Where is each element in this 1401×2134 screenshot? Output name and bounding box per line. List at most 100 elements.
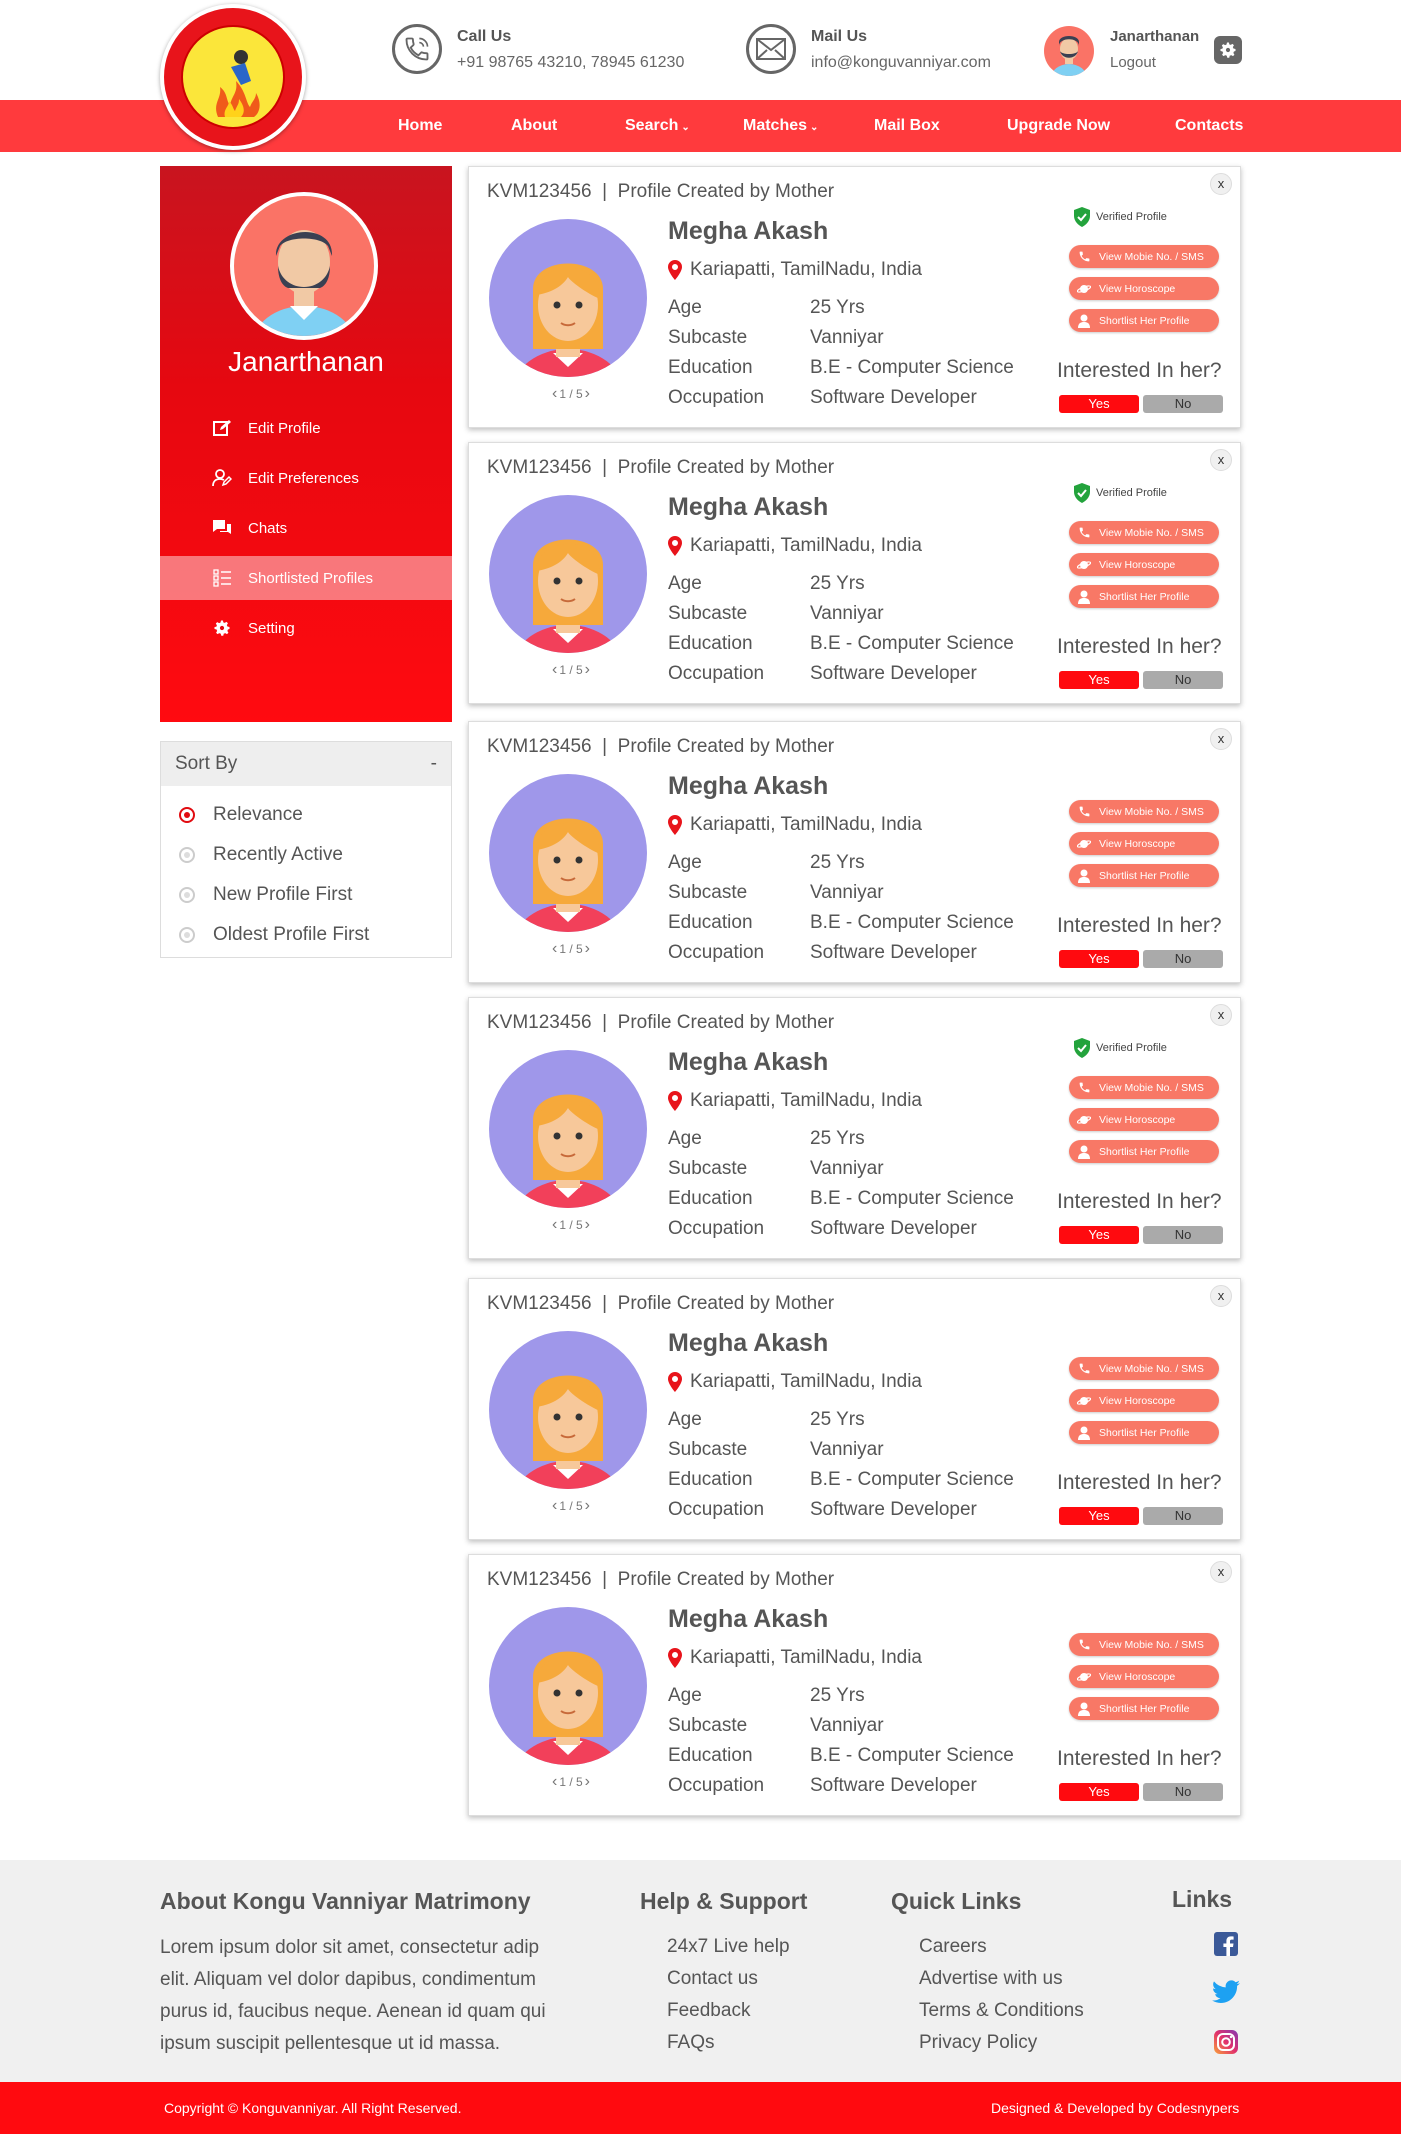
nav-mailbox[interactable]: Mail Box (874, 100, 940, 152)
chevron-right-icon[interactable]: › (585, 1773, 590, 1790)
interest-no-button[interactable]: No (1143, 1783, 1223, 1801)
interest-yes-button[interactable]: Yes (1059, 1226, 1139, 1244)
interest-no-button[interactable]: No (1143, 671, 1223, 689)
footer-link-advertise[interactable]: Advertise with us (919, 1968, 1063, 1990)
chevron-right-icon[interactable]: › (585, 385, 590, 402)
nav-search[interactable]: Search ⌄ (625, 100, 690, 152)
photo-pager-count: 1 / 5 (559, 1218, 583, 1232)
chevron-right-icon[interactable]: › (585, 1497, 590, 1514)
view-mobile-button[interactable]: View Mobie No. / SMS (1069, 1076, 1219, 1099)
profile-name[interactable]: Megha Akash (668, 493, 828, 522)
view-mobile-button[interactable]: View Mobie No. / SMS (1069, 800, 1219, 823)
profile-photo[interactable] (489, 1331, 647, 1489)
interest-yes-button[interactable]: Yes (1059, 950, 1139, 968)
view-horoscope-button[interactable]: View Horoscope (1069, 1108, 1219, 1131)
chevron-left-icon[interactable]: ‹ (552, 1497, 557, 1514)
close-button[interactable]: x (1210, 1285, 1232, 1307)
phone-icon (1077, 1081, 1091, 1095)
profile-name[interactable]: Megha Akash (668, 772, 828, 801)
sidebar-item-edit-preferences[interactable]: Edit Preferences (160, 456, 452, 500)
interest-no-button[interactable]: No (1143, 950, 1223, 968)
profile-name[interactable]: Megha Akash (668, 1605, 828, 1634)
profile-photo[interactable] (489, 774, 647, 932)
developer-credit[interactable]: Designed & Developed by Codesnypers (991, 2100, 1239, 2116)
view-mobile-button[interactable]: View Mobie No. / SMS (1069, 521, 1219, 544)
education-label: Education (668, 1469, 753, 1490)
interest-no-button[interactable]: No (1143, 395, 1223, 413)
nav-upgrade[interactable]: Upgrade Now (1007, 100, 1110, 152)
collapse-toggle[interactable]: - (431, 753, 437, 775)
profile-photo[interactable] (489, 219, 647, 377)
profile-photo[interactable] (489, 1607, 647, 1765)
profile-name[interactable]: Megha Akash (668, 1048, 828, 1077)
instagram-icon[interactable] (1214, 2030, 1238, 2054)
nav-about[interactable]: About (511, 100, 557, 152)
footer-link-terms[interactable]: Terms & Conditions (919, 2000, 1084, 2022)
occupation-value: Software Developer (810, 1499, 977, 1520)
sidebar-item-edit-profile[interactable]: Edit Profile (160, 406, 452, 450)
shortlist-button[interactable]: Shortlist Her Profile (1069, 1421, 1219, 1444)
avatar[interactable] (1044, 26, 1094, 76)
facebook-icon[interactable] (1214, 1932, 1238, 1956)
footer-link-feedback[interactable]: Feedback (667, 2000, 750, 2022)
sort-option-new-first[interactable]: New Profile First (179, 880, 352, 910)
shortlist-button[interactable]: Shortlist Her Profile (1069, 585, 1219, 608)
close-button[interactable]: x (1210, 1561, 1232, 1583)
nav-matches[interactable]: Matches ⌄ (743, 100, 818, 152)
footer-link-privacy[interactable]: Privacy Policy (919, 2032, 1037, 2054)
sidebar-item-shortlisted-profiles[interactable]: Shortlisted Profiles (160, 556, 452, 600)
chevron-left-icon[interactable]: ‹ (552, 385, 557, 402)
profile-name[interactable]: Megha Akash (668, 1329, 828, 1358)
chevron-right-icon[interactable]: › (585, 940, 590, 957)
shortlist-button[interactable]: Shortlist Her Profile (1069, 864, 1219, 887)
view-mobile-button[interactable]: View Mobie No. / SMS (1069, 1633, 1219, 1656)
sort-option-recently-active[interactable]: Recently Active (179, 840, 343, 870)
profile-name[interactable]: Megha Akash (668, 217, 828, 246)
view-mobile-button[interactable]: View Mobie No. / SMS (1069, 1357, 1219, 1380)
chevron-left-icon[interactable]: ‹ (552, 1216, 557, 1233)
chevron-left-icon[interactable]: ‹ (552, 940, 557, 957)
close-button[interactable]: x (1210, 1004, 1232, 1026)
sort-option-relevance[interactable]: Relevance (179, 800, 303, 830)
sort-by-header[interactable]: Sort By - (161, 742, 451, 786)
close-button[interactable]: x (1210, 728, 1232, 750)
interest-no-button[interactable]: No (1143, 1507, 1223, 1525)
chevron-right-icon[interactable]: › (585, 661, 590, 678)
close-button[interactable]: x (1210, 449, 1232, 471)
sidebar-item-chats[interactable]: Chats (160, 506, 452, 550)
view-horoscope-button[interactable]: View Horoscope (1069, 1389, 1219, 1412)
twitter-icon[interactable] (1212, 1980, 1240, 2004)
interest-yes-button[interactable]: Yes (1059, 1507, 1139, 1525)
chevron-left-icon[interactable]: ‹ (552, 661, 557, 678)
footer-link-live-help[interactable]: 24x7 Live help (667, 1936, 790, 1958)
profile-photo[interactable] (489, 1050, 647, 1208)
view-horoscope-button[interactable]: View Horoscope (1069, 277, 1219, 300)
chevron-right-icon[interactable]: › (585, 1216, 590, 1233)
sort-option-oldest-first[interactable]: Oldest Profile First (179, 920, 369, 950)
nav-contacts[interactable]: Contacts (1175, 100, 1243, 152)
footer-link-contact[interactable]: Contact us (667, 1968, 758, 1990)
shortlist-button[interactable]: Shortlist Her Profile (1069, 1697, 1219, 1720)
nav-home[interactable]: Home (398, 100, 442, 152)
view-horoscope-button[interactable]: View Horoscope (1069, 553, 1219, 576)
interest-yes-button[interactable]: Yes (1059, 671, 1139, 689)
logout-link[interactable]: Logout (1110, 54, 1156, 71)
site-logo[interactable] (160, 4, 306, 150)
shortlist-button[interactable]: Shortlist Her Profile (1069, 1140, 1219, 1163)
view-horoscope-button[interactable]: View Horoscope (1069, 832, 1219, 855)
profile-photo[interactable] (489, 495, 647, 653)
close-button[interactable]: x (1210, 173, 1232, 195)
settings-gear-icon[interactable] (1214, 36, 1242, 64)
call-us-numbers[interactable]: +91 98765 43210, 78945 61230 (457, 54, 684, 72)
footer-link-careers[interactable]: Careers (919, 1936, 987, 1958)
interest-no-button[interactable]: No (1143, 1226, 1223, 1244)
view-horoscope-button[interactable]: View Horoscope (1069, 1665, 1219, 1688)
footer-link-faqs[interactable]: FAQs (667, 2032, 715, 2054)
chevron-left-icon[interactable]: ‹ (552, 1773, 557, 1790)
shortlist-button[interactable]: Shortlist Her Profile (1069, 309, 1219, 332)
interest-yes-button[interactable]: Yes (1059, 1783, 1139, 1801)
mail-us-address[interactable]: info@konguvanniyar.com (811, 54, 991, 72)
view-mobile-button[interactable]: View Mobie No. / SMS (1069, 245, 1219, 268)
sidebar-item-setting[interactable]: Setting (160, 606, 452, 650)
interest-yes-button[interactable]: Yes (1059, 395, 1139, 413)
